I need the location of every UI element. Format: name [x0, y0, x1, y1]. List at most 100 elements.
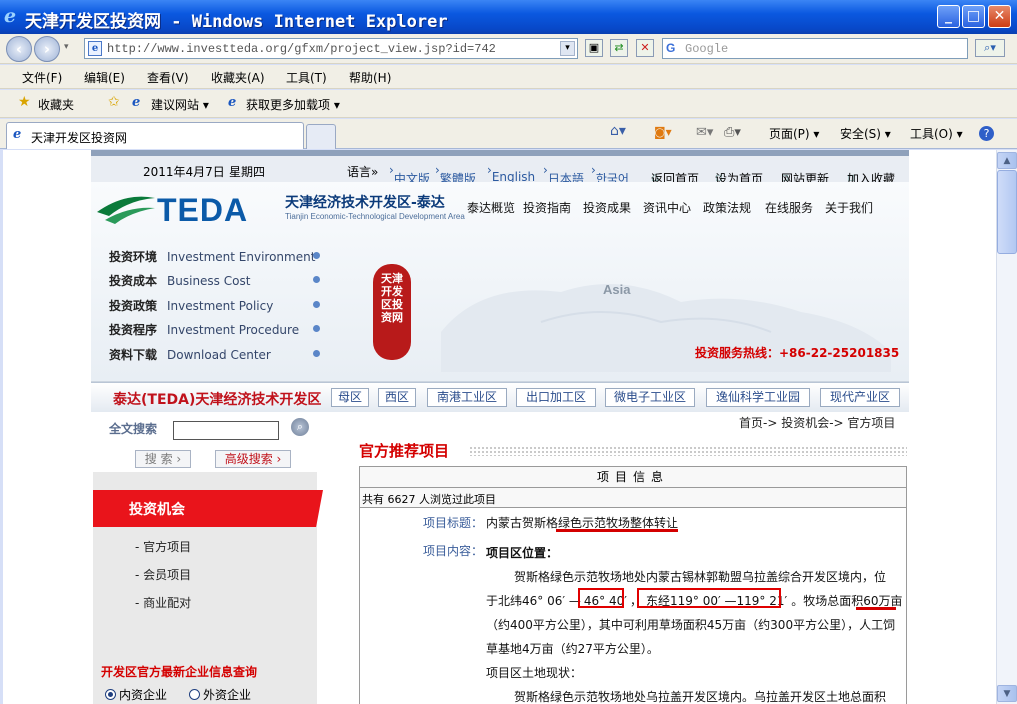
address-bar[interactable]: e http://www.investteda.org/gfxm/project…: [84, 38, 578, 59]
tab-title: 天津开发区投资网: [31, 131, 128, 145]
scroll-thumb[interactable]: [997, 170, 1017, 254]
service-hotline: 投资服务热线：+86-22-25201835: [695, 346, 900, 360]
zone-button[interactable]: 出口加工区: [516, 388, 596, 407]
ie-logo-icon: e: [4, 5, 17, 27]
search-icon[interactable]: ⌕: [291, 418, 309, 436]
fulltext-search-label: 全文搜索: [109, 422, 158, 436]
get-addons[interactable]: 获取更多加载项 ▾: [246, 96, 340, 113]
maximize-button[interactable]: □: [962, 5, 985, 28]
menu-file[interactable]: 文件(F): [22, 69, 62, 86]
safety-menu[interactable]: 安全(S) ▾: [840, 125, 891, 142]
help-icon[interactable]: ?: [979, 126, 994, 141]
lang-japanese[interactable]: › 日本語: [543, 163, 584, 186]
view-count: 共有 6627 人浏览过此项目: [360, 488, 906, 508]
zone-button[interactable]: 逸仙科学工业园: [706, 388, 810, 407]
teda-logo-text: TEDA: [157, 192, 249, 228]
site-top-strip: 2011年4月7日 星期四 语言» › 中文版 › 繁體版 › English › 日本…: [91, 150, 909, 186]
radio-selected-icon: [105, 689, 116, 700]
left-menu-item[interactable]: 投资程序 Investment Procedure: [109, 321, 299, 338]
address-dropdown-icon[interactable]: ▾: [560, 41, 575, 56]
print-icon[interactable]: ⎙▾: [724, 125, 741, 140]
zone-button[interactable]: 现代产业区: [820, 388, 900, 407]
zone-button[interactable]: 母区: [331, 388, 369, 407]
sidebar-item-matching[interactable]: - 商业配对: [135, 594, 191, 611]
annotation-underline: [556, 529, 678, 532]
zone-button[interactable]: 微电子工业区: [605, 388, 695, 407]
favorites-bar: ★ 收藏夹 ✩ e 建议网站 ▾ e 获取更多加载项 ▾: [0, 90, 1017, 118]
menu-view[interactable]: 查看(V): [147, 69, 189, 86]
teda-logo[interactable]: TEDA 天津经济技术开发区-泰达 Tianjin Economic-Techn…: [95, 186, 465, 242]
mail-icon[interactable]: ✉▾: [696, 125, 713, 140]
bullet-icon: [313, 350, 320, 357]
search-icon[interactable]: ⌕▾: [975, 39, 1005, 57]
radio-domestic[interactable]: 内资企业: [105, 686, 167, 703]
project-title-label: 项目标题：: [423, 516, 484, 530]
window-title: 天津开发区投资网 - Windows Internet Explorer: [25, 12, 448, 32]
minimize-button[interactable]: _: [937, 5, 960, 28]
search-input[interactable]: [173, 421, 279, 440]
radio-foreign[interactable]: 外资企业: [189, 686, 251, 703]
nav-news[interactable]: 资讯中心: [643, 199, 691, 216]
menu-edit[interactable]: 编辑(E): [84, 69, 125, 86]
bullet-icon: [313, 276, 320, 283]
language-label: 语言»: [347, 165, 379, 179]
compatibility-icon[interactable]: ▣: [585, 39, 603, 57]
nav-about[interactable]: 关于我们: [825, 199, 873, 216]
left-menu-item[interactable]: 投资政策 Investment Policy: [109, 297, 273, 314]
zone-title: 泰达(TEDA)天津经济技术开发区: [113, 392, 322, 408]
menu-help[interactable]: 帮助(H): [349, 69, 391, 86]
site-banner: TEDA 天津经济技术开发区-泰达 Tianjin Economic-Techn…: [91, 182, 909, 382]
search-box[interactable]: G Google: [662, 38, 968, 59]
menu-favorites[interactable]: 收藏夹(A): [211, 69, 265, 86]
tools-menu[interactable]: 工具(O) ▾: [910, 125, 963, 142]
feeds-icon[interactable]: ◙▾: [654, 125, 672, 139]
window-title-bar: e 天津开发区投资网 - Windows Internet Explorer _…: [0, 0, 1017, 34]
new-tab-button[interactable]: [306, 124, 336, 149]
bullet-icon: [313, 301, 320, 308]
zone-bar: 泰达(TEDA)天津经济技术开发区 母区 西区 南港工业区 出口加工区 微电子工…: [91, 382, 909, 412]
table-header: 项目信息: [360, 467, 906, 488]
scroll-up-icon[interactable]: ▲: [997, 152, 1017, 169]
lang-chinese[interactable]: › 中文版: [389, 163, 430, 186]
sidebar-item-official[interactable]: - 官方项目: [135, 538, 191, 555]
lang-traditional[interactable]: › 繁體版: [435, 163, 476, 186]
nav-online[interactable]: 在线服务: [765, 199, 813, 216]
refresh-icon[interactable]: ⇄: [610, 39, 628, 57]
back-button[interactable]: ‹: [6, 36, 32, 62]
site-date: 2011年4月7日: [143, 165, 225, 179]
nav-overview[interactable]: 泰达概览: [467, 199, 515, 216]
favorites-star-icon: ★: [18, 94, 31, 110]
forward-button[interactable]: ›: [34, 36, 60, 62]
tab-current[interactable]: e 天津开发区投资网: [6, 122, 304, 149]
history-dropdown-icon[interactable]: ▾: [64, 42, 69, 52]
stop-icon[interactable]: ✕: [636, 39, 654, 57]
vertical-scrollbar[interactable]: ▲ ▼: [996, 150, 1017, 704]
close-button[interactable]: ✕: [988, 5, 1011, 28]
google-icon: G: [666, 41, 676, 55]
zone-button[interactable]: 西区: [378, 388, 416, 407]
scroll-down-icon[interactable]: ▼: [997, 685, 1017, 702]
left-menu-item[interactable]: 投资环境 Investment Environment: [109, 248, 315, 265]
nav-results[interactable]: 投资成果: [583, 199, 631, 216]
investment-section-title[interactable]: 投资机会: [93, 490, 323, 527]
search-placeholder[interactable]: Google: [685, 42, 728, 56]
address-url[interactable]: http://www.investteda.org/gfxm/project_v…: [107, 42, 496, 56]
add-favorite-icon[interactable]: ✩: [108, 94, 120, 110]
left-menu-item[interactable]: 投资成本 Business Cost: [109, 272, 250, 289]
nav-guide[interactable]: 投资指南: [523, 199, 571, 216]
project-info-table: 项目信息 共有 6627 人浏览过此项目 项目标题： 内蒙古贺斯格绿色示范牧场整…: [359, 466, 907, 704]
menu-tools[interactable]: 工具(T): [286, 69, 327, 86]
ie-page-icon: e: [228, 95, 237, 110]
page-menu[interactable]: 页面(P) ▾: [769, 125, 819, 142]
sidebar-item-member[interactable]: - 会员项目: [135, 566, 191, 583]
search-button[interactable]: 搜 索 ›: [135, 450, 191, 468]
favorites-button[interactable]: 收藏夹: [38, 96, 74, 113]
suggested-sites[interactable]: 建议网站 ▾: [151, 96, 209, 113]
zone-button[interactable]: 南港工业区: [427, 388, 507, 407]
home-icon[interactable]: ⌂▾: [610, 123, 626, 139]
advanced-search-button[interactable]: 高级搜索 ›: [215, 450, 291, 468]
lang-korean[interactable]: › 한국어: [591, 163, 629, 186]
left-menu-item[interactable]: 资料下载 Download Center: [109, 346, 271, 363]
nav-policy[interactable]: 政策法规: [703, 199, 751, 216]
lang-english[interactable]: › English: [487, 163, 535, 184]
